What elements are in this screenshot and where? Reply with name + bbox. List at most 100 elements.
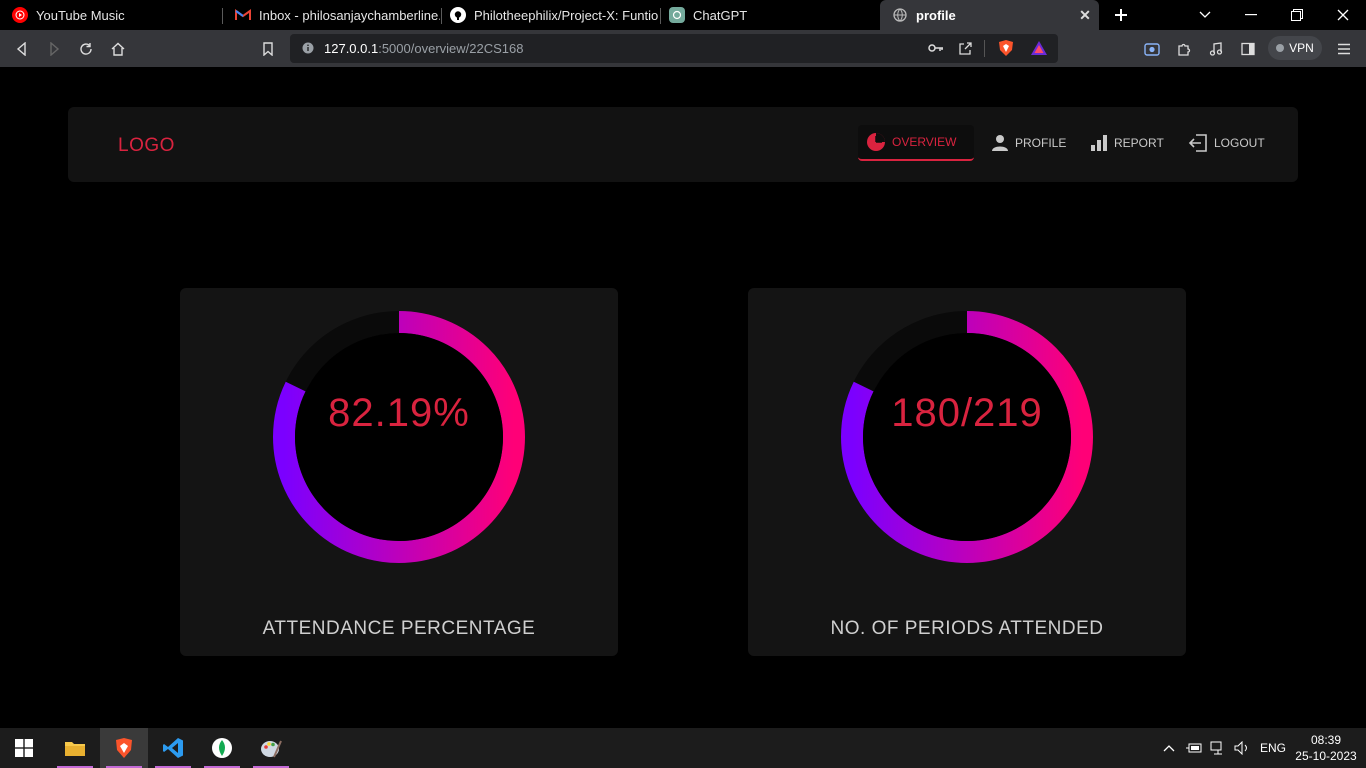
back-icon [16,42,26,56]
logo[interactable]: LOGO [118,135,175,157]
brave-shields-icon[interactable] [998,39,1014,57]
ring-center [295,333,503,541]
network-icon [1210,741,1222,755]
reload-button[interactable] [74,37,98,61]
vpn-status-dot [1276,44,1285,52]
plus-icon [1115,9,1127,21]
taskbar-brave[interactable] [100,728,148,768]
tab-title: Philotheephilix/Project-X: Funtiona [474,7,658,23]
nav-profile[interactable]: PROFILE [983,125,1074,161]
globe-icon [892,7,908,23]
taskbar-paint[interactable] [247,728,295,768]
windows-taskbar: ENG 08:39 25-10-2023 [0,728,1366,768]
tab-list-button[interactable] [1182,0,1228,30]
periods-attended-card: 180/219 NO. OF PERIODS ATTENDED [748,288,1186,656]
github-icon [450,7,466,23]
tab-title: Inbox - philosanjaychamberline.26 [259,7,440,23]
clock-date: 25-10-2023 [1295,749,1357,763]
site-info-icon[interactable] [302,42,314,54]
nav-overview[interactable]: OVERVIEW [858,125,974,161]
web-page: LOGO OVERVIEW PROFILE REPORT LOGOUT 82.1… [0,67,1366,728]
paint-icon [261,740,282,758]
camera-icon [1144,43,1160,56]
media-button[interactable] [1204,37,1228,61]
back-button[interactable] [10,37,34,61]
close-window-button[interactable] [1320,0,1366,30]
app-navbar: LOGO OVERVIEW PROFILE REPORT LOGOUT [68,107,1298,182]
sidebar-button[interactable] [1236,37,1260,61]
menu-button[interactable] [1332,37,1356,61]
minimize-icon [1245,14,1257,16]
close-tab-icon[interactable]: ✕ [1077,7,1093,23]
url-text[interactable]: 127.0.0.1:5000/overview/22CS168 [324,41,523,56]
brave-rewards-icon[interactable] [1030,40,1048,56]
volume-indicator[interactable] [1234,728,1250,768]
person-icon [992,135,1008,151]
vpn-label: VPN [1289,41,1314,55]
minimize-button[interactable] [1228,0,1274,30]
pie-chart-icon [867,133,885,151]
language-indicator[interactable]: ENG [1260,728,1286,768]
tab-github[interactable]: Philotheephilix/Project-X: Funtiona [438,0,658,30]
restore-icon [1291,9,1303,21]
hamburger-menu-icon [1338,43,1350,55]
chatgpt-icon [669,7,685,23]
chevron-up-icon [1163,745,1175,752]
tab-youtube-music[interactable]: YouTube Music [0,0,222,30]
vpn-button[interactable]: VPN [1268,36,1322,60]
key-icon[interactable] [928,42,944,54]
tab-gmail[interactable]: Inbox - philosanjaychamberline.26 [223,0,440,30]
bookmark-icon [263,42,273,56]
forward-button[interactable] [42,37,66,61]
taskbar-file-explorer[interactable] [51,728,99,768]
tab-profile[interactable]: profile ✕ [880,0,1099,30]
taskbar-mongodb-compass[interactable] [198,728,246,768]
attendance-progress-ring [273,311,525,563]
youtube-music-icon [12,7,28,23]
periods-progress-ring [841,311,1093,563]
nav-label: LOGOUT [1214,136,1265,150]
reload-icon [80,43,92,55]
gmail-icon [235,7,251,23]
screenshot-button[interactable] [1140,37,1164,61]
nav-label: REPORT [1114,136,1164,150]
url-host: 127.0.0.1 [324,41,379,56]
tab-title: profile [916,7,956,23]
vscode-icon [163,738,183,758]
nav-report[interactable]: REPORT [1082,125,1172,161]
sidebar-icon [1241,42,1255,56]
taskbar-vscode[interactable] [149,728,197,768]
tab-chatgpt[interactable]: ChatGPT [657,0,877,30]
language-label: ENG [1260,741,1287,755]
home-icon [111,42,125,56]
chevron-down-icon [1199,11,1211,18]
logout-icon [1188,134,1207,152]
music-note-icon [1209,42,1223,56]
home-button[interactable] [106,37,130,61]
divider [984,40,985,57]
taskbar-clock[interactable]: 08:39 25-10-2023 [1290,732,1362,764]
browser-toolbar: 127.0.0.1:5000/overview/22CS168 VPN [0,30,1366,67]
extensions-button[interactable] [1172,37,1196,61]
brave-browser-icon [116,738,132,758]
puzzle-icon [1177,43,1190,56]
network-indicator[interactable] [1210,728,1226,768]
battery-indicator[interactable] [1186,728,1202,768]
nav-label: OVERVIEW [892,135,957,149]
address-bar[interactable]: 127.0.0.1:5000/overview/22CS168 [290,34,1058,63]
nav-label: PROFILE [1015,136,1067,150]
close-icon [1337,9,1349,21]
show-hidden-icons-button[interactable] [1163,728,1175,768]
new-tab-button[interactable] [1098,0,1144,30]
start-button[interactable] [0,728,48,768]
speaker-icon [1234,741,1247,755]
mongodb-compass-icon [212,738,232,758]
restore-button[interactable] [1274,0,1320,30]
forward-icon [50,42,60,56]
share-icon[interactable] [958,41,973,56]
attendance-percentage-value: 82.19% [328,391,470,435]
nav-logout[interactable]: LOGOUT [1180,125,1273,161]
ring-center [863,333,1071,541]
bookmark-button[interactable] [256,37,280,61]
file-explorer-icon [65,742,85,756]
